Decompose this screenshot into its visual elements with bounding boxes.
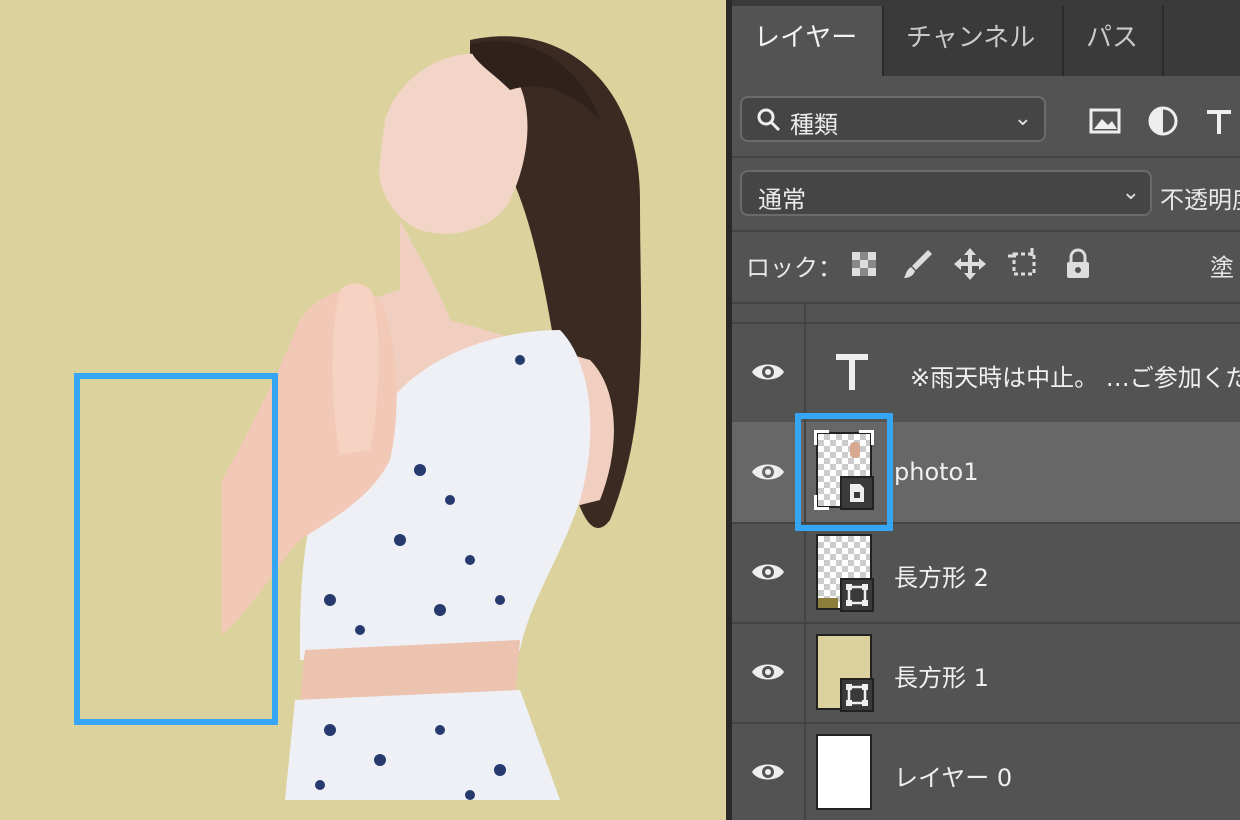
tab-channels[interactable]: チャンネル	[884, 6, 1064, 76]
layer-name[interactable]: photo1	[894, 458, 979, 486]
visibility-eye-icon[interactable]	[750, 560, 786, 584]
layer-row-rect1[interactable]: 長方形 1	[732, 622, 1240, 724]
layers-list: ※雨天時は中止。 …ご参加くだ photo1 長方形 2 長方形 1 レイヤー …	[732, 302, 1240, 820]
layer-thumbnail[interactable]	[816, 734, 872, 810]
shape-layer-icon	[840, 578, 874, 612]
eye-column	[732, 302, 806, 322]
layer-name[interactable]: 長方形 1	[894, 658, 989, 693]
text-layer-icon	[836, 354, 868, 390]
layers-panel: レイヤー チャンネル パス 種類 ⌄ 通常 ⌄ 不透明度 ロック： 塗	[732, 0, 1240, 820]
panel-tabbar: レイヤー チャンネル パス	[732, 0, 1240, 76]
layer-row-text[interactable]: ※雨天時は中止。 …ご参加くだ	[732, 322, 1240, 424]
type-filter-icon[interactable]	[1202, 104, 1236, 138]
fill-label: 塗	[1210, 254, 1234, 282]
layer-thumbnail[interactable]	[816, 634, 874, 712]
blend-mode-label: 通常	[758, 186, 806, 214]
lock-label: ロック：	[746, 254, 842, 282]
search-icon	[757, 108, 781, 132]
chevron-down-icon: ⌄	[1121, 180, 1140, 205]
layer-name[interactable]: 長方形 2	[894, 558, 989, 593]
lock-artboard-icon[interactable]	[1006, 246, 1042, 282]
lock-transparency-icon[interactable]	[846, 246, 882, 282]
lock-all-icon[interactable]	[1060, 246, 1096, 282]
layer-row-layer0[interactable]: レイヤー 0	[732, 722, 1240, 820]
visibility-eye-icon[interactable]	[750, 460, 786, 484]
blend-row: 通常 ⌄ 不透明度	[732, 156, 1240, 232]
eye-column	[732, 322, 806, 422]
shape-layer-icon	[840, 678, 874, 712]
visibility-eye-icon[interactable]	[750, 660, 786, 684]
filter-kind-label: 種類	[790, 111, 838, 139]
eye-column	[732, 522, 806, 622]
tab-layers[interactable]: レイヤー	[732, 6, 884, 76]
chevron-down-icon: ⌄	[1013, 106, 1032, 131]
layer-list-spacer	[732, 302, 1240, 324]
filter-kind-dropdown[interactable]: 種類 ⌄	[740, 96, 1046, 142]
filter-row: 種類 ⌄	[732, 76, 1240, 158]
visibility-eye-icon[interactable]	[750, 760, 786, 784]
lock-brush-icon[interactable]	[900, 246, 936, 282]
layer-thumbnail[interactable]	[816, 534, 874, 612]
thumbnail-highlight-box	[795, 413, 893, 531]
adjustment-filter-icon[interactable]	[1146, 104, 1180, 138]
selection-highlight-rectangle	[74, 373, 278, 725]
document-canvas[interactable]	[0, 0, 726, 820]
blend-mode-dropdown[interactable]: 通常 ⌄	[740, 170, 1152, 216]
layer-name[interactable]: ※雨天時は中止。 …ご参加くだ	[910, 358, 1240, 393]
thumbnail-shape-mini	[818, 598, 838, 608]
eye-column	[732, 722, 806, 820]
lock-row: ロック： 塗	[732, 230, 1240, 304]
visibility-eye-icon[interactable]	[750, 360, 786, 384]
tab-paths[interactable]: パス	[1064, 6, 1164, 76]
image-filter-icon[interactable]	[1088, 104, 1122, 138]
layer-name[interactable]: レイヤー 0	[894, 758, 1012, 793]
layer-row-rect2[interactable]: 長方形 2	[732, 522, 1240, 624]
opacity-label: 不透明度	[1160, 186, 1240, 214]
lock-move-icon[interactable]	[952, 246, 988, 282]
eye-column	[732, 622, 806, 722]
